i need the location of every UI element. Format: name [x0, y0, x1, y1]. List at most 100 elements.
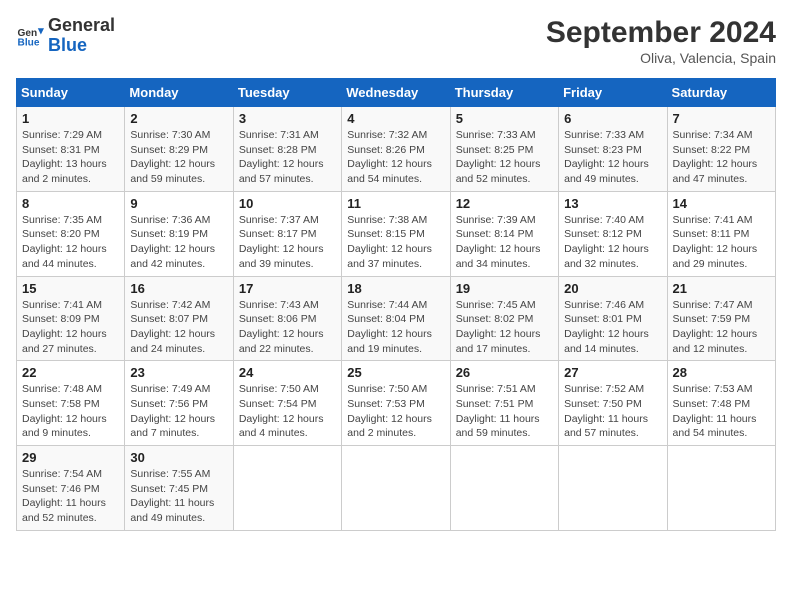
day-number: 29 — [22, 450, 119, 465]
day-number: 12 — [456, 196, 553, 211]
table-row — [667, 446, 775, 531]
day-number: 9 — [130, 196, 227, 211]
day-info: Sunrise: 7:50 AMSunset: 7:53 PMDaylight:… — [347, 382, 444, 441]
table-row: 1 Sunrise: 7:29 AMSunset: 8:31 PMDayligh… — [17, 107, 125, 192]
table-row: 26 Sunrise: 7:51 AMSunset: 7:51 PMDaylig… — [450, 361, 558, 446]
day-info: Sunrise: 7:36 AMSunset: 8:19 PMDaylight:… — [130, 213, 227, 272]
day-info: Sunrise: 7:39 AMSunset: 8:14 PMDaylight:… — [456, 213, 553, 272]
page-header: Gen Blue GeneralBlue September 2024 Oliv… — [16, 16, 776, 66]
table-row: 6 Sunrise: 7:33 AMSunset: 8:23 PMDayligh… — [559, 107, 667, 192]
calendar-table: Sunday Monday Tuesday Wednesday Thursday… — [16, 78, 776, 531]
table-row: 13 Sunrise: 7:40 AMSunset: 8:12 PMDaylig… — [559, 191, 667, 276]
title-section: September 2024 Oliva, Valencia, Spain — [546, 16, 776, 66]
day-number: 13 — [564, 196, 661, 211]
day-number: 1 — [22, 111, 119, 126]
day-number: 3 — [239, 111, 336, 126]
table-row: 8 Sunrise: 7:35 AMSunset: 8:20 PMDayligh… — [17, 191, 125, 276]
table-row: 27 Sunrise: 7:52 AMSunset: 7:50 PMDaylig… — [559, 361, 667, 446]
table-row: 30 Sunrise: 7:55 AMSunset: 7:45 PMDaylig… — [125, 446, 233, 531]
day-info: Sunrise: 7:34 AMSunset: 8:22 PMDaylight:… — [673, 128, 770, 187]
col-monday: Monday — [125, 79, 233, 107]
day-number: 25 — [347, 365, 444, 380]
col-sunday: Sunday — [17, 79, 125, 107]
day-info: Sunrise: 7:54 AMSunset: 7:46 PMDaylight:… — [22, 467, 119, 526]
col-friday: Friday — [559, 79, 667, 107]
day-number: 21 — [673, 281, 770, 296]
day-info: Sunrise: 7:46 AMSunset: 8:01 PMDaylight:… — [564, 298, 661, 357]
day-number: 11 — [347, 196, 444, 211]
table-row — [450, 446, 558, 531]
day-number: 24 — [239, 365, 336, 380]
table-row: 14 Sunrise: 7:41 AMSunset: 8:11 PMDaylig… — [667, 191, 775, 276]
day-info: Sunrise: 7:50 AMSunset: 7:54 PMDaylight:… — [239, 382, 336, 441]
table-row: 9 Sunrise: 7:36 AMSunset: 8:19 PMDayligh… — [125, 191, 233, 276]
table-row: 10 Sunrise: 7:37 AMSunset: 8:17 PMDaylig… — [233, 191, 341, 276]
day-number: 27 — [564, 365, 661, 380]
day-info: Sunrise: 7:35 AMSunset: 8:20 PMDaylight:… — [22, 213, 119, 272]
table-row: 12 Sunrise: 7:39 AMSunset: 8:14 PMDaylig… — [450, 191, 558, 276]
table-row: 22 Sunrise: 7:48 AMSunset: 7:58 PMDaylig… — [17, 361, 125, 446]
table-row: 11 Sunrise: 7:38 AMSunset: 8:15 PMDaylig… — [342, 191, 450, 276]
table-row — [233, 446, 341, 531]
location: Oliva, Valencia, Spain — [546, 50, 776, 66]
logo-icon: Gen Blue — [16, 22, 44, 50]
table-row: 2 Sunrise: 7:30 AMSunset: 8:29 PMDayligh… — [125, 107, 233, 192]
table-row: 25 Sunrise: 7:50 AMSunset: 7:53 PMDaylig… — [342, 361, 450, 446]
day-info: Sunrise: 7:32 AMSunset: 8:26 PMDaylight:… — [347, 128, 444, 187]
day-number: 28 — [673, 365, 770, 380]
table-row: 23 Sunrise: 7:49 AMSunset: 7:56 PMDaylig… — [125, 361, 233, 446]
col-tuesday: Tuesday — [233, 79, 341, 107]
table-row — [342, 446, 450, 531]
col-wednesday: Wednesday — [342, 79, 450, 107]
day-number: 7 — [673, 111, 770, 126]
table-row: 7 Sunrise: 7:34 AMSunset: 8:22 PMDayligh… — [667, 107, 775, 192]
day-info: Sunrise: 7:41 AMSunset: 8:09 PMDaylight:… — [22, 298, 119, 357]
day-number: 10 — [239, 196, 336, 211]
day-info: Sunrise: 7:30 AMSunset: 8:29 PMDaylight:… — [130, 128, 227, 187]
table-row: 5 Sunrise: 7:33 AMSunset: 8:25 PMDayligh… — [450, 107, 558, 192]
day-info: Sunrise: 7:38 AMSunset: 8:15 PMDaylight:… — [347, 213, 444, 272]
day-number: 4 — [347, 111, 444, 126]
table-row: 29 Sunrise: 7:54 AMSunset: 7:46 PMDaylig… — [17, 446, 125, 531]
col-thursday: Thursday — [450, 79, 558, 107]
day-info: Sunrise: 7:33 AMSunset: 8:25 PMDaylight:… — [456, 128, 553, 187]
table-row: 15 Sunrise: 7:41 AMSunset: 8:09 PMDaylig… — [17, 276, 125, 361]
logo: Gen Blue GeneralBlue — [16, 16, 115, 56]
day-info: Sunrise: 7:29 AMSunset: 8:31 PMDaylight:… — [22, 128, 119, 187]
day-info: Sunrise: 7:55 AMSunset: 7:45 PMDaylight:… — [130, 467, 227, 526]
table-row: 18 Sunrise: 7:44 AMSunset: 8:04 PMDaylig… — [342, 276, 450, 361]
svg-text:Blue: Blue — [18, 37, 40, 48]
table-row: 19 Sunrise: 7:45 AMSunset: 8:02 PMDaylig… — [450, 276, 558, 361]
day-number: 6 — [564, 111, 661, 126]
day-number: 14 — [673, 196, 770, 211]
day-number: 19 — [456, 281, 553, 296]
day-number: 26 — [456, 365, 553, 380]
day-number: 30 — [130, 450, 227, 465]
table-row: 24 Sunrise: 7:50 AMSunset: 7:54 PMDaylig… — [233, 361, 341, 446]
col-saturday: Saturday — [667, 79, 775, 107]
day-info: Sunrise: 7:52 AMSunset: 7:50 PMDaylight:… — [564, 382, 661, 441]
table-row: 3 Sunrise: 7:31 AMSunset: 8:28 PMDayligh… — [233, 107, 341, 192]
day-info: Sunrise: 7:44 AMSunset: 8:04 PMDaylight:… — [347, 298, 444, 357]
day-number: 2 — [130, 111, 227, 126]
day-info: Sunrise: 7:33 AMSunset: 8:23 PMDaylight:… — [564, 128, 661, 187]
day-number: 5 — [456, 111, 553, 126]
month-title: September 2024 — [546, 16, 776, 50]
table-row: 21 Sunrise: 7:47 AMSunset: 7:59 PMDaylig… — [667, 276, 775, 361]
day-info: Sunrise: 7:31 AMSunset: 8:28 PMDaylight:… — [239, 128, 336, 187]
day-info: Sunrise: 7:43 AMSunset: 8:06 PMDaylight:… — [239, 298, 336, 357]
day-info: Sunrise: 7:49 AMSunset: 7:56 PMDaylight:… — [130, 382, 227, 441]
day-info: Sunrise: 7:51 AMSunset: 7:51 PMDaylight:… — [456, 382, 553, 441]
table-row: 4 Sunrise: 7:32 AMSunset: 8:26 PMDayligh… — [342, 107, 450, 192]
day-number: 20 — [564, 281, 661, 296]
day-number: 17 — [239, 281, 336, 296]
day-info: Sunrise: 7:40 AMSunset: 8:12 PMDaylight:… — [564, 213, 661, 272]
day-number: 16 — [130, 281, 227, 296]
table-row: 28 Sunrise: 7:53 AMSunset: 7:48 PMDaylig… — [667, 361, 775, 446]
day-info: Sunrise: 7:37 AMSunset: 8:17 PMDaylight:… — [239, 213, 336, 272]
logo-text: GeneralBlue — [48, 16, 115, 56]
table-row: 16 Sunrise: 7:42 AMSunset: 8:07 PMDaylig… — [125, 276, 233, 361]
table-row: 17 Sunrise: 7:43 AMSunset: 8:06 PMDaylig… — [233, 276, 341, 361]
day-info: Sunrise: 7:45 AMSunset: 8:02 PMDaylight:… — [456, 298, 553, 357]
table-row — [559, 446, 667, 531]
